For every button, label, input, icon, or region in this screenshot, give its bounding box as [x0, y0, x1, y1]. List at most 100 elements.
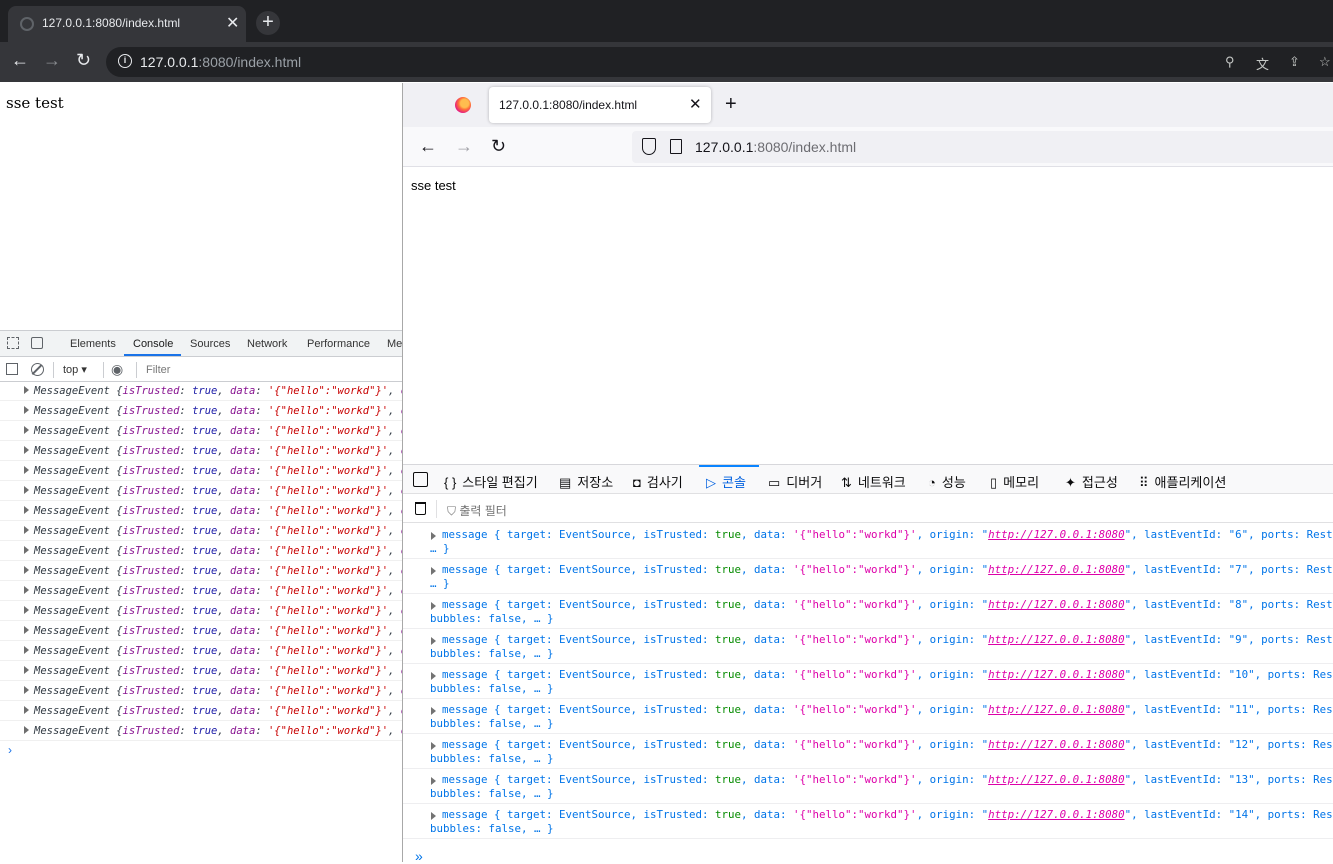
console-row[interactable]: MessageEvent {isTrusted: true, data: '{"… — [0, 561, 402, 581]
console-row[interactable]: MessageEvent {isTrusted: true, data: '{"… — [0, 661, 402, 681]
console-row[interactable]: MessageEvent {isTrusted: true, data: '{"… — [0, 381, 402, 401]
new-tab-button[interactable]: + — [725, 93, 737, 116]
console-row[interactable]: message { target: EventSource, isTrusted… — [403, 524, 1333, 559]
console-row[interactable]: MessageEvent {isTrusted: true, data: '{"… — [0, 461, 402, 481]
origin-link[interactable]: http://127.0.0.1:8080 — [988, 773, 1125, 786]
expand-arrow-icon[interactable] — [431, 707, 436, 715]
device-toolbar-icon[interactable] — [31, 337, 43, 349]
chrome-tab[interactable]: 127.0.0.1:8080/index.html ✕ — [8, 6, 246, 42]
clear-console-icon[interactable] — [31, 363, 44, 376]
origin-link[interactable]: http://127.0.0.1:8080 — [988, 808, 1125, 821]
back-icon[interactable]: ← — [419, 136, 437, 157]
console-row[interactable]: MessageEvent {isTrusted: true, data: '{"… — [0, 401, 402, 421]
console-row[interactable]: MessageEvent {isTrusted: true, data: '{"… — [0, 501, 402, 521]
console-row[interactable]: MessageEvent {isTrusted: true, data: '{"… — [0, 721, 402, 741]
expand-arrow-icon[interactable] — [24, 546, 29, 554]
translate-icon[interactable]: 文 — [1256, 54, 1269, 73]
console-row[interactable]: message { target: EventSource, isTrusted… — [403, 594, 1333, 629]
expand-arrow-icon[interactable] — [431, 672, 436, 680]
expand-arrow-icon[interactable] — [24, 406, 29, 414]
expand-arrow-icon[interactable] — [24, 686, 29, 694]
expand-arrow-icon[interactable] — [24, 626, 29, 634]
back-icon[interactable]: ← — [11, 50, 29, 71]
search-icon[interactable]: ⚲ — [1225, 54, 1235, 70]
expand-arrow-icon[interactable] — [24, 586, 29, 594]
expand-arrow-icon[interactable] — [431, 777, 436, 785]
expand-arrow-icon[interactable] — [431, 602, 436, 610]
console-row[interactable]: MessageEvent {isTrusted: true, data: '{"… — [0, 641, 402, 661]
sidebar-toggle-icon[interactable] — [6, 363, 18, 375]
shield-icon[interactable] — [642, 138, 656, 155]
console-row[interactable]: message { target: EventSource, isTrusted… — [403, 769, 1333, 804]
forward-icon[interactable]: → — [43, 50, 61, 71]
origin-link[interactable]: http://127.0.0.1:8080 — [988, 738, 1125, 751]
chrome-address-bar[interactable]: i 127.0.0.1:8080/index.html — [106, 47, 1333, 77]
reload-icon[interactable]: ↻ — [76, 50, 91, 71]
expand-arrow-icon[interactable] — [24, 426, 29, 434]
close-icon[interactable]: ✕ — [226, 13, 239, 33]
share-icon[interactable]: ⇪ — [1289, 54, 1300, 70]
console-prompt[interactable]: › — [8, 743, 12, 757]
devtools-tab[interactable]: ▷ 콘솔 — [706, 472, 746, 491]
tab-sources[interactable]: Sources — [190, 338, 230, 350]
console-row[interactable]: message { target: EventSource, isTrusted… — [403, 559, 1333, 594]
expand-arrow-icon[interactable] — [431, 532, 436, 540]
console-row[interactable]: MessageEvent {isTrusted: true, data: '{"… — [0, 421, 402, 441]
devtools-tab[interactable]: ▤ 저장소 — [559, 472, 613, 491]
trash-icon[interactable] — [415, 502, 426, 515]
element-picker-icon[interactable] — [413, 472, 428, 487]
console-row[interactable]: MessageEvent {isTrusted: true, data: '{"… — [0, 601, 402, 621]
tab-memory[interactable]: Me — [387, 338, 402, 350]
expand-arrow-icon[interactable] — [431, 567, 436, 575]
console-row[interactable]: MessageEvent {isTrusted: true, data: '{"… — [0, 521, 402, 541]
console-row[interactable]: message { target: EventSource, isTrusted… — [403, 699, 1333, 734]
expand-arrow-icon[interactable] — [431, 637, 436, 645]
firefox-logo-icon[interactable] — [455, 97, 471, 113]
expand-arrow-icon[interactable] — [24, 666, 29, 674]
devtools-tab[interactable]: ◔ 성능 — [928, 472, 966, 491]
chrome-url[interactable]: 127.0.0.1:8080/index.html — [140, 54, 301, 70]
firefox-url[interactable]: 127.0.0.1:8080/index.html — [695, 139, 856, 155]
devtools-tab[interactable]: ⠿ 애플리케이션 — [1139, 472, 1226, 491]
console-row[interactable]: message { target: EventSource, isTrusted… — [403, 804, 1333, 839]
devtools-tab[interactable]: ⇅ 네트워크 — [841, 472, 906, 491]
expand-arrow-icon[interactable] — [24, 446, 29, 454]
expand-arrow-icon[interactable] — [24, 646, 29, 654]
console-row[interactable]: MessageEvent {isTrusted: true, data: '{"… — [0, 441, 402, 461]
origin-link[interactable]: http://127.0.0.1:8080 — [988, 598, 1125, 611]
tab-elements[interactable]: Elements — [70, 338, 116, 350]
console-row[interactable]: MessageEvent {isTrusted: true, data: '{"… — [0, 581, 402, 601]
expand-arrow-icon[interactable] — [24, 566, 29, 574]
console-row[interactable]: message { target: EventSource, isTrusted… — [403, 664, 1333, 699]
tab-performance[interactable]: Performance — [307, 338, 370, 350]
info-icon[interactable]: i — [118, 54, 132, 68]
expand-arrow-icon[interactable] — [24, 606, 29, 614]
console-row[interactable]: MessageEvent {isTrusted: true, data: '{"… — [0, 681, 402, 701]
console-filter-input[interactable]: ⛉ 출력 필터 — [447, 502, 507, 519]
page-icon[interactable] — [670, 139, 682, 154]
context-selector[interactable]: top ▾ — [63, 363, 87, 376]
expand-arrow-icon[interactable] — [24, 466, 29, 474]
tab-network[interactable]: Network — [247, 338, 287, 350]
console-row[interactable]: message { target: EventSource, isTrusted… — [403, 734, 1333, 769]
console-row[interactable]: MessageEvent {isTrusted: true, data: '{"… — [0, 481, 402, 501]
devtools-tab[interactable]: { } 스타일 편집기 — [444, 472, 538, 491]
forward-icon[interactable]: → — [455, 136, 473, 157]
console-row[interactable]: message { target: EventSource, isTrusted… — [403, 629, 1333, 664]
origin-link[interactable]: http://127.0.0.1:8080 — [988, 703, 1125, 716]
console-filter-input[interactable]: Filter — [146, 364, 170, 376]
reload-icon[interactable]: ↻ — [491, 136, 506, 157]
console-row[interactable]: MessageEvent {isTrusted: true, data: '{"… — [0, 621, 402, 641]
origin-link[interactable]: http://127.0.0.1:8080 — [988, 633, 1125, 646]
expand-arrow-icon[interactable] — [431, 812, 436, 820]
devtools-tab[interactable]: ▯ 메모리 — [990, 472, 1039, 491]
origin-link[interactable]: http://127.0.0.1:8080 — [988, 563, 1125, 576]
expand-arrow-icon[interactable] — [24, 386, 29, 394]
eye-icon[interactable]: ◉ — [111, 361, 123, 378]
new-tab-button[interactable]: + — [256, 11, 280, 35]
devtools-tab[interactable]: ◘ 검사기 — [633, 472, 683, 491]
star-icon[interactable]: ☆ — [1319, 54, 1331, 70]
tab-console[interactable]: Console — [133, 338, 173, 350]
devtools-tab[interactable]: ▭ 디버거 — [768, 472, 822, 491]
expand-arrow-icon[interactable] — [24, 706, 29, 714]
